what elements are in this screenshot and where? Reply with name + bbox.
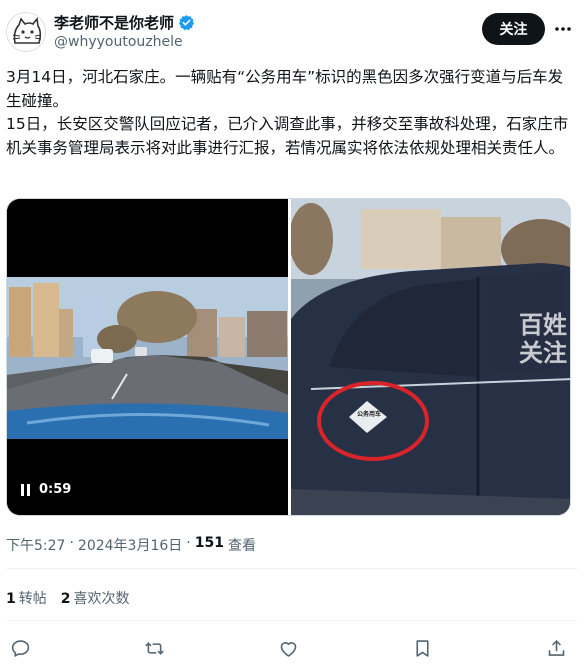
pause-icon[interactable] xyxy=(21,483,31,496)
reply-icon xyxy=(11,639,29,657)
views-label: 查看 xyxy=(227,538,256,554)
like-button[interactable] xyxy=(274,634,302,662)
video-thumbnail[interactable]: 0:59 xyxy=(7,199,288,515)
more-options-button[interactable] xyxy=(550,16,576,42)
retweets-count: 1 xyxy=(6,591,16,607)
tweet-paragraph: 15日，长安区交警队回应记者，已介入调查此事，并移交至事故科处理，石家庄市机关事… xyxy=(6,115,569,157)
avatar[interactable] xyxy=(6,12,46,52)
video-duration-badge: 0:59 xyxy=(21,482,71,497)
retweet-icon xyxy=(144,641,164,655)
tweet-time[interactable]: 下午5:27 xyxy=(6,535,65,555)
more-dots-icon xyxy=(555,27,571,31)
tweet-header: 李老师不是你老师 @whyyoutouzhele 关注 xyxy=(0,0,586,60)
retweets-label: 转帖 xyxy=(18,591,47,607)
divider xyxy=(6,620,578,621)
dashcam-road-image xyxy=(7,199,288,515)
watermark-text: 百姓 关注 xyxy=(519,311,567,367)
views-count: 151 xyxy=(194,535,224,551)
bookmark-button[interactable] xyxy=(408,634,436,662)
bookmark-icon xyxy=(415,639,429,657)
tweet-text: 3月14日，河北石家庄。一辆贴有“公务用车”标识的黑色因多次强行变道与后车发生碰… xyxy=(6,66,578,160)
engagement-stats: 1 转帖 2 喜欢次数 xyxy=(6,588,130,608)
retweet-button[interactable] xyxy=(140,634,168,662)
likes-stat[interactable]: 2 喜欢次数 xyxy=(61,588,130,608)
action-bar xyxy=(0,634,586,664)
tweet-paragraph: 3月14日，河北石家庄。一辆贴有“公务用车”标识的黑色因多次强行变道与后车发生碰… xyxy=(6,68,564,110)
heart-icon xyxy=(280,641,296,657)
user-handle[interactable]: @whyyoutouzhele xyxy=(54,34,183,50)
reply-button[interactable] xyxy=(6,634,34,662)
cat-sketch-avatar-icon xyxy=(7,13,45,51)
share-button[interactable] xyxy=(542,634,570,662)
sticker-text: 公务用车 xyxy=(357,411,382,418)
video-duration: 0:59 xyxy=(39,482,72,497)
divider xyxy=(6,568,578,569)
separator: · xyxy=(69,535,74,551)
media-grid: 0:59 百姓 关注 公务用车 xyxy=(6,198,571,516)
likes-label: 喜欢次数 xyxy=(73,591,130,607)
car-sticker-image[interactable]: 百姓 关注 公务用车 xyxy=(291,199,570,515)
tweet-meta: 下午5:27 · 2024年3月16日 · 151 查看 xyxy=(6,535,256,555)
display-name[interactable]: 李老师不是你老师 xyxy=(54,12,174,33)
name-row: 李老师不是你老师 xyxy=(54,12,195,33)
separator: · xyxy=(186,535,191,551)
retweets-stat[interactable]: 1 转帖 xyxy=(6,588,47,608)
share-icon xyxy=(548,639,564,656)
verified-badge-icon xyxy=(179,15,195,31)
watermark-line-2: 关注 xyxy=(519,339,567,367)
follow-button[interactable]: 关注 xyxy=(482,13,545,45)
watermark-line-1: 百姓 xyxy=(519,311,567,339)
tweet-date[interactable]: 2024年3月16日 xyxy=(78,535,182,555)
likes-count: 2 xyxy=(60,591,71,607)
